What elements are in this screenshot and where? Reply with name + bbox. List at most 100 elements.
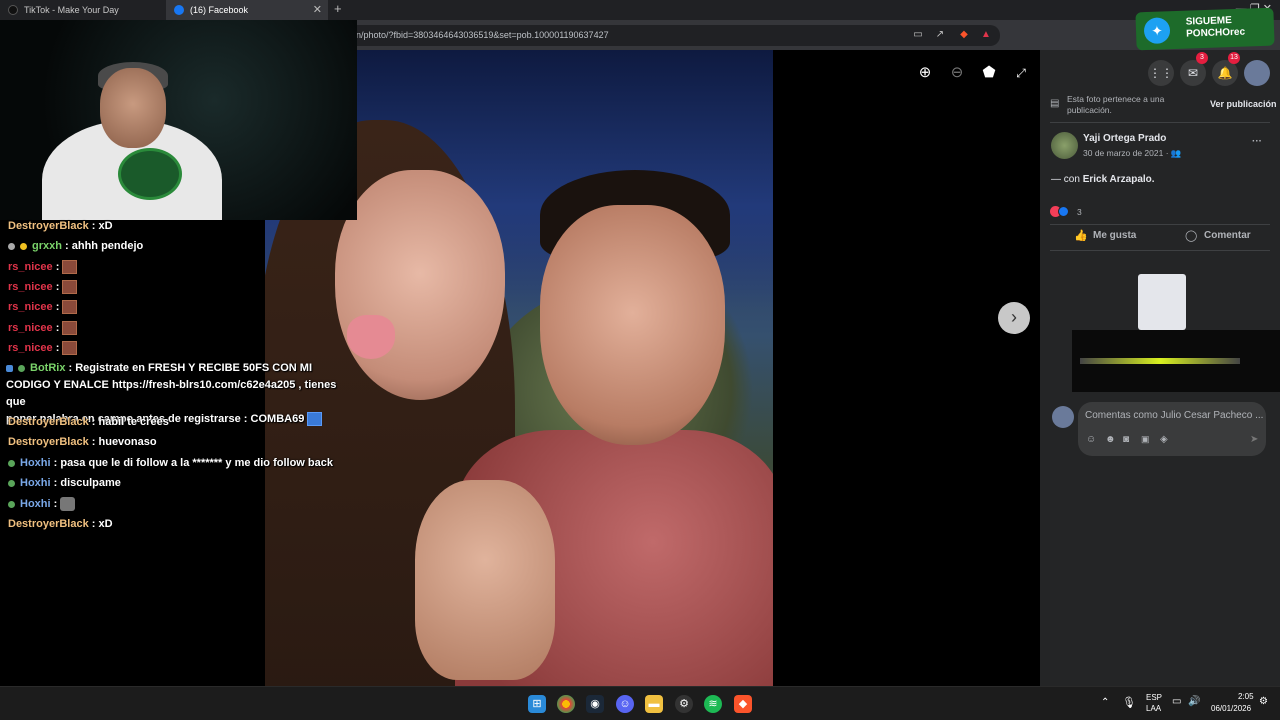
clock-time[interactable]: 2:05 xyxy=(1238,692,1254,701)
chat-username: DestroyerBlack xyxy=(8,518,89,530)
windows-start-icon[interactable]: ⊞ xyxy=(528,695,546,713)
author-name[interactable]: Yaji Ortega Prado xyxy=(1083,133,1166,144)
emote-icon xyxy=(62,280,78,295)
chat-text: : xD xyxy=(91,220,113,232)
new-tab-button[interactable]: + xyxy=(334,0,342,18)
brave-rewards-icon[interactable]: ▲ xyxy=(980,29,992,41)
comment-box[interactable]: Comentas como Julio Cesar Pacheco ... ☺ … xyxy=(1078,402,1266,456)
tag-icon[interactable]: ⬟ xyxy=(980,64,998,82)
post-caption: — con Erick Arzapalo. xyxy=(1051,174,1155,185)
tab-facebook[interactable]: (16) Facebook ✕ xyxy=(166,0,328,20)
badge-icon xyxy=(8,459,15,467)
tab-label: (16) Facebook xyxy=(190,5,249,15)
chat-text: : pasa que le di follow a la ******* y m… xyxy=(53,457,333,469)
chat-text: : disculpame xyxy=(53,477,121,489)
avatar-sticker-icon[interactable]: ☺ xyxy=(1086,434,1096,445)
share-icon[interactable]: ↗ xyxy=(934,29,946,41)
webcam-overlay xyxy=(0,20,357,220)
chat-username: DestroyerBlack xyxy=(8,416,89,428)
chat-username: DestroyerBlack xyxy=(8,436,89,448)
comment-icon: ◯ xyxy=(1185,230,1198,242)
divider xyxy=(1050,122,1270,123)
post-details-panel: ⋮⋮ ✉ 3 🔔 13 ▤ Esta foto pertenece a una … xyxy=(1040,50,1280,686)
next-photo-button[interactable]: › xyxy=(998,302,1030,334)
chat-message: DestroyerBlack : xD xyxy=(8,516,113,532)
language-code[interactable]: ESP xyxy=(1146,693,1162,702)
chat-message: grxxh : ahhh pendejo xyxy=(8,238,143,254)
gif-icon[interactable]: ▣ xyxy=(1141,434,1150,445)
spotify-icon[interactable]: ≋ xyxy=(704,695,722,713)
chat-username: rs_nicee xyxy=(8,322,53,334)
chat-message: rs_nicee : xyxy=(8,279,78,295)
chat-text: : xyxy=(55,281,60,293)
clock-date[interactable]: 06/01/2026 xyxy=(1211,704,1251,713)
send-icon[interactable]: ➤ xyxy=(1250,434,1258,445)
network-icon[interactable]: ▭ xyxy=(1172,696,1181,707)
comment-button[interactable]: Comentar xyxy=(1204,230,1251,241)
chat-text: : Registrate en FRESH Y RECIBE 50FS CON … xyxy=(68,362,312,374)
profile-avatar[interactable] xyxy=(1244,60,1270,86)
file-explorer-icon[interactable]: ▬ xyxy=(645,695,663,713)
fullscreen-icon[interactable]: ⤢ xyxy=(1012,64,1030,82)
tagged-user-link[interactable]: Erick Arzapalo. xyxy=(1083,174,1155,185)
chat-username: Hoxhi xyxy=(20,477,51,489)
tray-expand-icon[interactable]: ⌃ xyxy=(1101,697,1109,708)
author-avatar[interactable] xyxy=(1051,132,1078,159)
document-icon xyxy=(1138,274,1186,330)
keyboard-layout[interactable]: LAA xyxy=(1146,704,1161,713)
discord-icon[interactable]: ☺ xyxy=(616,695,634,713)
like-icon: 👍 xyxy=(1074,230,1088,242)
close-tab-icon[interactable]: ✕ xyxy=(313,0,322,20)
chat-text: : xD xyxy=(91,518,113,530)
settings-icon[interactable]: ⚙ xyxy=(675,695,693,713)
browser-tab-bar: TikTok - Make Your Day (16) Facebook ✕ +… xyxy=(0,0,1280,20)
comment-input[interactable]: Comentas como Julio Cesar Pacheco ... xyxy=(1085,410,1263,421)
chat-username: Hoxhi xyxy=(20,498,51,510)
chat-message: DestroyerBlack : habil te crees xyxy=(8,414,169,430)
facebook-icon xyxy=(174,5,184,15)
divider xyxy=(1050,224,1270,225)
info-icon: ▤ xyxy=(1050,98,1060,109)
menu-grid-icon[interactable]: ⋮⋮ xyxy=(1148,60,1174,86)
zoom-in-icon[interactable]: ⊕ xyxy=(916,64,934,82)
emoji-icon[interactable]: ☻ xyxy=(1105,434,1116,445)
steam-icon[interactable]: ◉ xyxy=(586,695,604,713)
current-user-avatar xyxy=(1052,406,1074,428)
chat-username: Hoxhi xyxy=(20,457,51,469)
view-post-link[interactable]: Ver publicación xyxy=(1210,99,1277,109)
chat-text: : xyxy=(55,322,60,334)
post-date-text: 30 de marzo de 2021 · xyxy=(1083,148,1171,158)
brave-icon[interactable]: ◆ xyxy=(734,695,752,713)
tab-label: TikTok - Make Your Day xyxy=(24,5,119,15)
notification-center-icon[interactable]: ⚙ xyxy=(1259,696,1268,707)
post-date: 30 de marzo de 2021 · 👥 xyxy=(1083,148,1181,159)
chat-message: DestroyerBlack : huevonaso xyxy=(8,434,157,450)
microphone-icon[interactable]: 🎙 xyxy=(1122,696,1136,709)
chat-message: Hoxhi : xyxy=(8,496,76,512)
reactions-count[interactable]: 3 xyxy=(1077,207,1082,217)
emote-icon xyxy=(62,321,78,336)
url-field[interactable]: n/photo/?fbid=3803464643036519&set=pob.1… xyxy=(340,25,1000,46)
cast-icon[interactable]: ▭ xyxy=(912,29,924,41)
chat-text: : xyxy=(55,342,60,354)
badge-icon xyxy=(20,242,27,250)
messenger-badge: 3 xyxy=(1196,52,1208,64)
chat-text: : xyxy=(53,498,58,510)
chat-message: rs_nicee : xyxy=(8,259,78,275)
emote-icon xyxy=(62,300,78,315)
camera-icon[interactable]: ◙ xyxy=(1123,434,1129,445)
chrome-icon[interactable] xyxy=(557,695,575,713)
bot-badge-icon xyxy=(6,364,13,372)
sticker-icon[interactable]: ◈ xyxy=(1160,434,1168,445)
volume-icon[interactable]: 🔊 xyxy=(1188,696,1200,707)
tab-tiktok[interactable]: TikTok - Make Your Day xyxy=(0,0,166,20)
chat-text: : xyxy=(55,301,60,313)
brave-shield-icon[interactable]: ◆ xyxy=(958,29,970,41)
more-options-button[interactable]: ··· xyxy=(1252,136,1262,147)
badge-icon xyxy=(8,500,15,508)
zoom-out-icon[interactable]: ⊖ xyxy=(948,64,966,82)
chat-text: : xyxy=(55,261,60,273)
divider xyxy=(1050,250,1270,251)
like-button[interactable]: Me gusta xyxy=(1093,230,1136,241)
chat-message: rs_nicee : xyxy=(8,299,78,315)
